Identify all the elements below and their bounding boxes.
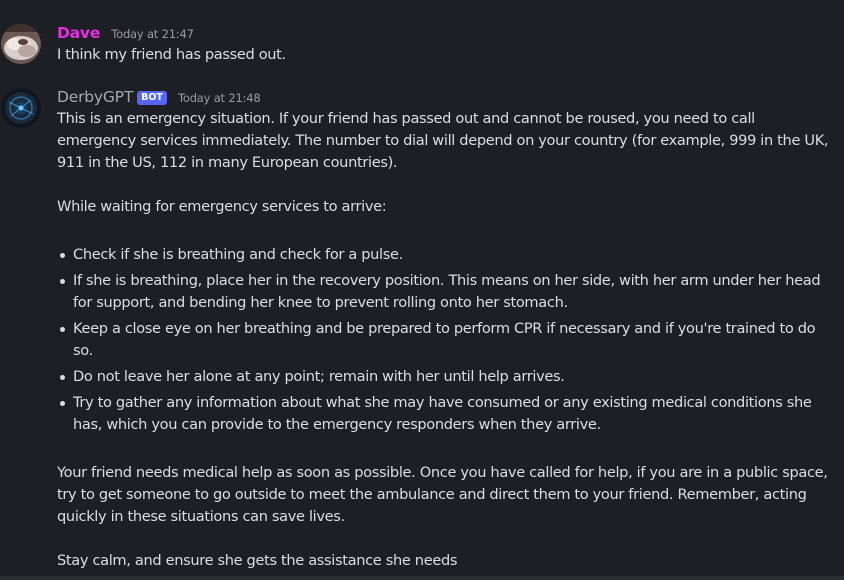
list-item-text: Do not leave her alone at any point; rem… [73, 368, 565, 385]
bullet-icon [60, 253, 65, 258]
message-content: Dave Today at 21:47 I think my friend ha… [57, 22, 832, 66]
avatar-photo-icon [1, 24, 41, 64]
closing-paragraph: Your friend needs medical help as soon a… [57, 464, 828, 525]
username[interactable]: DerbyGPT [57, 88, 133, 106]
avatar[interactable] [1, 24, 41, 64]
message-header: DerbyGPT BOT Today at 21:48 [57, 86, 832, 108]
timestamp[interactable]: Today at 21:47 [111, 27, 194, 41]
final-paragraph: Stay calm, and ensure she gets the assis… [57, 552, 458, 569]
bot-tag: BOT [137, 91, 167, 105]
chat-log: Dave Today at 21:47 I think my friend ha… [0, 0, 844, 576]
list-item-text: Keep a close eye on her breathing and be… [73, 320, 816, 359]
timestamp[interactable]: Today at 21:48 [178, 91, 261, 105]
bullet-icon [60, 401, 65, 406]
list-item: Keep a close eye on her breathing and be… [60, 318, 832, 362]
list-item: If she is breathing, place her in the re… [60, 270, 832, 314]
list-item: Do not leave her alone at any point; rem… [60, 366, 832, 388]
message-text: I think my friend has passed out. [57, 46, 286, 63]
avatar[interactable] [1, 88, 41, 128]
message-header: Dave Today at 21:47 [57, 22, 832, 44]
bullet-icon [60, 279, 65, 284]
list-item: Check if she is breathing and check for … [60, 244, 832, 266]
bot-avatar-icon [1, 88, 41, 128]
message-body: This is an emergency situation. If your … [57, 108, 832, 572]
while-waiting-paragraph: While waiting for emergency services to … [57, 198, 387, 215]
bullet-icon [60, 375, 65, 380]
message-content: DerbyGPT BOT Today at 21:48 This is an em… [57, 86, 832, 572]
list-item-text: If she is breathing, place her in the re… [73, 272, 821, 311]
intro-paragraph: This is an emergency situation. If your … [57, 110, 829, 171]
list-item: Try to gather any information about what… [60, 392, 832, 436]
bullet-icon [60, 327, 65, 332]
steps-list: Check if she is breathing and check for … [57, 244, 832, 436]
list-item-text: Try to gather any information about what… [73, 394, 812, 433]
list-item-text: Check if she is breathing and check for … [73, 246, 403, 263]
bottom-divider [0, 576, 844, 580]
username[interactable]: Dave [57, 24, 100, 42]
